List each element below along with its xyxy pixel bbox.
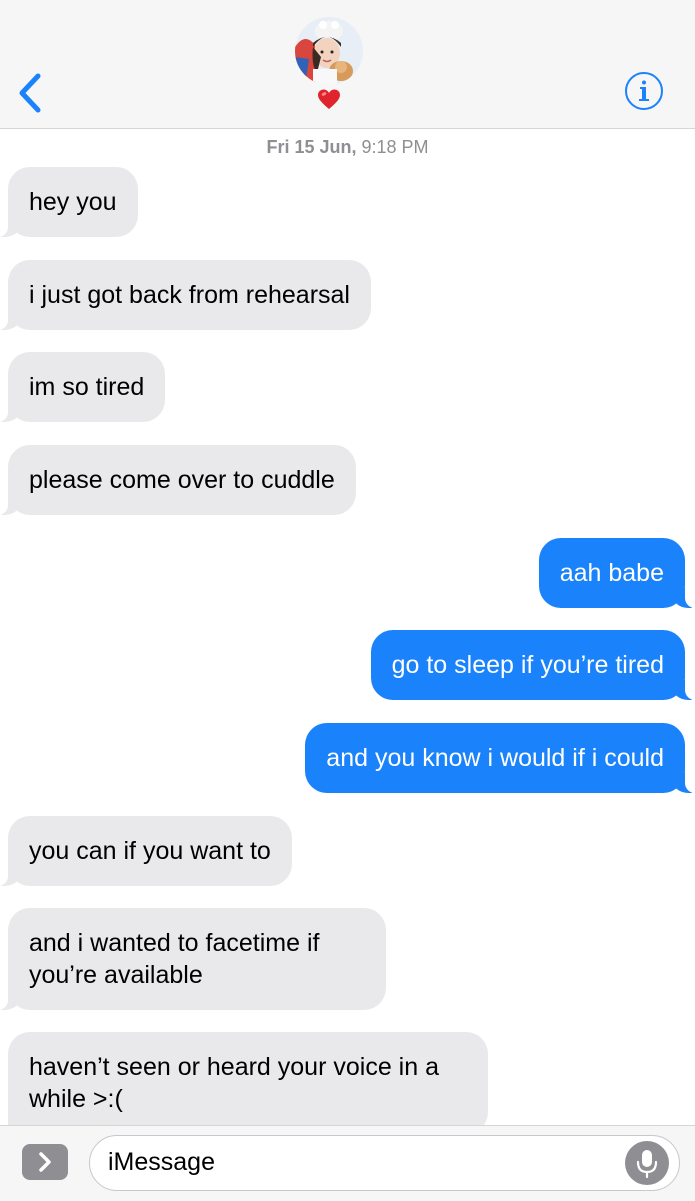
incoming-message-bubble[interactable]: i just got back from rehearsal: [0, 260, 371, 330]
chevron-left-icon: [19, 73, 41, 113]
incoming-message-bubble[interactable]: you can if you want to: [0, 816, 292, 886]
message-input-bar: iMessage: [0, 1125, 695, 1201]
imessage-input[interactable]: iMessage: [89, 1135, 680, 1191]
message-list[interactable]: Fri 15 Jun, 9:18 PM hey you i just got b…: [0, 0, 695, 1125]
incoming-message-bubble[interactable]: and i wanted to facetime if you’re avail…: [0, 908, 386, 1010]
incoming-message-bubble[interactable]: im so tired: [0, 352, 166, 422]
outgoing-message-bubble[interactable]: aah babe: [538, 538, 695, 608]
outgoing-message-bubble[interactable]: go to sleep if you’re tired: [370, 630, 695, 700]
conversation-header: [0, 0, 695, 129]
timestamp-day: Fri 15 Jun,: [266, 137, 357, 157]
input-placeholder: iMessage: [108, 1148, 215, 1176]
heart-emoji-icon: [317, 88, 341, 112]
info-button[interactable]: [623, 70, 665, 112]
info-icon: [625, 72, 663, 110]
incoming-message-bubble[interactable]: please come over to cuddle: [0, 445, 356, 515]
app-drawer-button[interactable]: [22, 1144, 68, 1180]
microphone-button[interactable]: [625, 1141, 669, 1185]
microphone-icon: [636, 1150, 658, 1179]
timestamp-time: 9:18 PM: [361, 137, 429, 157]
chevron-right-icon: [39, 1152, 51, 1172]
incoming-message-bubble[interactable]: hey you: [0, 167, 138, 237]
back-button[interactable]: [14, 68, 54, 118]
avatar-photo: [295, 17, 363, 85]
incoming-message-bubble[interactable]: haven’t seen or heard your voice in a wh…: [0, 1032, 488, 1125]
contact-avatar[interactable]: [295, 17, 363, 85]
message-timestamp: Fri 15 Jun, 9:18 PM: [0, 137, 695, 158]
outgoing-message-bubble[interactable]: and you know i would if i could: [305, 723, 695, 793]
